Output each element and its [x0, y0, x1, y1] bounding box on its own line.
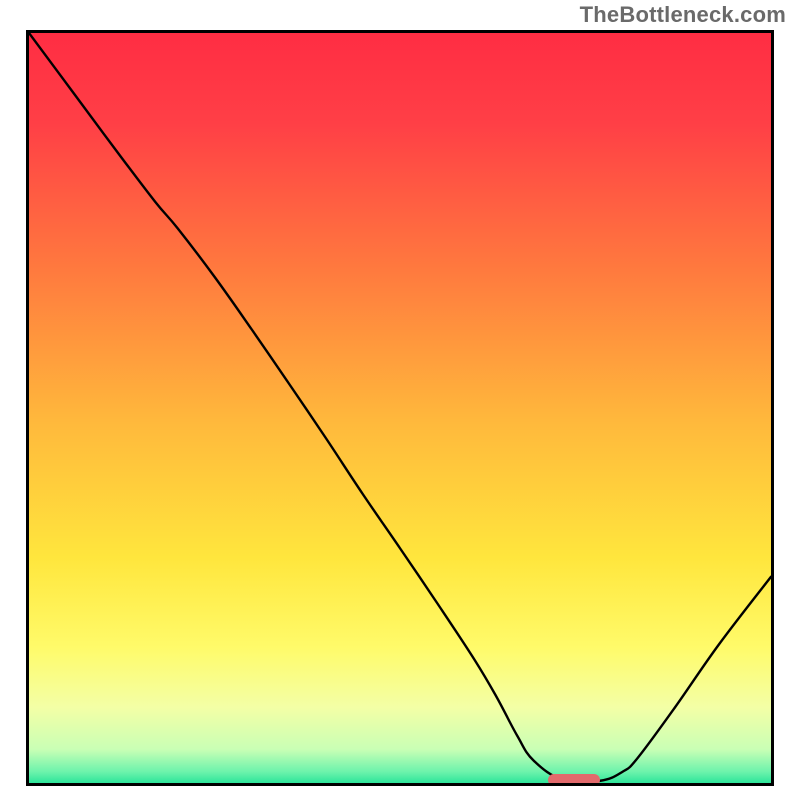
chart-stage: TheBottleneck.com	[0, 0, 800, 800]
optimum-marker	[548, 774, 600, 786]
plot-frame	[26, 30, 774, 786]
bottleneck-curve	[29, 33, 771, 783]
watermark-text: TheBottleneck.com	[580, 2, 786, 28]
plot-area	[29, 33, 771, 783]
